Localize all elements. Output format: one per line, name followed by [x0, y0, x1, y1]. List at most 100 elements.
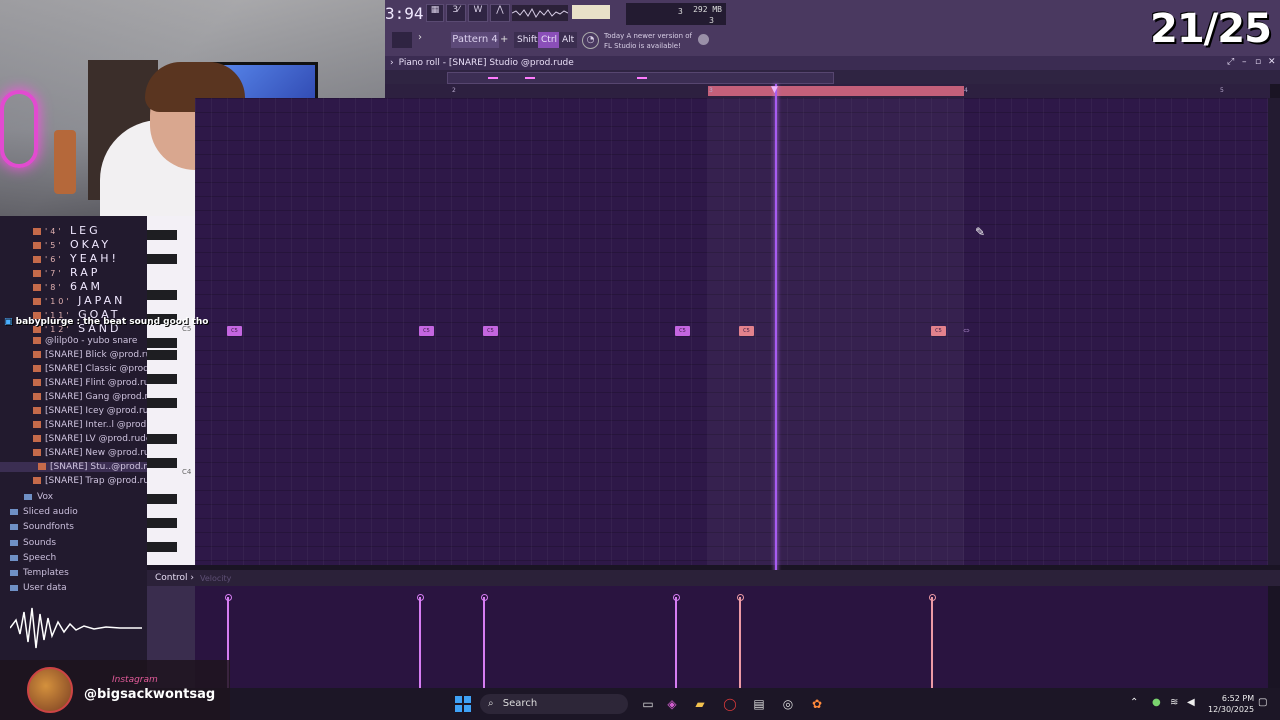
black-key[interactable]	[147, 254, 177, 264]
snap-select[interactable]	[392, 32, 412, 48]
minimize-icon[interactable]: –	[1242, 57, 1247, 67]
opera-icon[interactable]: ◯	[722, 696, 738, 712]
browser-pattern-item[interactable]: '10' JAPAN	[0, 294, 147, 307]
news-icon[interactable]: ◔	[582, 32, 599, 49]
title-arrow-icon[interactable]: ›	[390, 58, 394, 68]
velocity-handle[interactable]	[737, 594, 744, 601]
black-key[interactable]	[147, 290, 177, 300]
volume-icon[interactable]: ◀	[1187, 697, 1195, 708]
ctrl-button[interactable]: Ctrl	[538, 32, 561, 48]
task-view-icon[interactable]: ▭	[640, 696, 656, 712]
store-icon[interactable]: ▤	[751, 696, 767, 712]
midi-note[interactable]: C5	[483, 326, 498, 336]
file-explorer-icon[interactable]: ▰	[692, 696, 708, 712]
midi-note[interactable]: C5	[675, 326, 690, 336]
black-key[interactable]	[147, 350, 177, 360]
step-icon[interactable]: 3⁄	[446, 4, 466, 22]
control-selector[interactable]: Control ›	[155, 573, 194, 583]
copilot-icon[interactable]: ◈	[664, 696, 680, 712]
folder-icon	[24, 493, 32, 500]
velocity-bar[interactable]	[675, 597, 677, 688]
file-icon	[33, 435, 41, 442]
taskbar-clock[interactable]: 6:52 PM 12/30/2025	[1208, 693, 1254, 715]
velocity-bar[interactable]	[739, 597, 741, 688]
browser-pattern-item[interactable]: '8' 6AM	[0, 280, 147, 293]
black-key[interactable]	[147, 518, 177, 528]
news-panel[interactable]: Today A newer version of FL Studio is av…	[604, 31, 692, 51]
browser-file-item[interactable]: [SNARE] Gang @prod.rude	[0, 392, 165, 402]
notifications-icon[interactable]: ▢	[1258, 697, 1267, 708]
velocity-bar[interactable]	[419, 597, 421, 688]
tray-chevron-icon[interactable]: ⌃	[1130, 697, 1138, 708]
play-icon[interactable]: ›	[418, 32, 422, 43]
piano-icon[interactable]: ▦	[426, 4, 444, 22]
maximize-icon[interactable]: ▫	[1255, 57, 1261, 67]
playhead-marker-icon[interactable]: ▼	[771, 85, 781, 95]
browser-file-item[interactable]: [SNARE] Classic @prod.rude	[0, 364, 172, 374]
midi-note[interactable]: C5	[931, 326, 946, 336]
midi-note[interactable]: C5	[227, 326, 242, 336]
midi-note[interactable]: C5	[739, 326, 754, 336]
piano-keyboard[interactable]	[147, 216, 195, 565]
browser-pattern-item[interactable]: '6' YEAH!	[0, 252, 147, 265]
black-key[interactable]	[147, 230, 177, 240]
browser-file-item[interactable]: [SNARE] Stu..@prod.rude	[0, 462, 164, 472]
black-key[interactable]	[147, 458, 177, 468]
browser-file-item[interactable]: [SNARE] LV @prod.rude	[0, 434, 151, 444]
loop-region[interactable]	[708, 86, 964, 96]
add-pattern-button[interactable]: +	[500, 34, 508, 45]
browser-folder[interactable]: Speech	[10, 553, 56, 563]
black-key[interactable]	[147, 398, 177, 408]
metronome-icon[interactable]: W	[468, 4, 488, 22]
browser-pattern-item[interactable]: '5' OKAY	[0, 238, 147, 251]
alt-button[interactable]: Alt	[559, 32, 578, 48]
file-icon	[33, 407, 41, 414]
mic-icon[interactable]: ●	[1152, 697, 1161, 708]
browser-file-item[interactable]: [SNARE] Trap @prod.rude	[0, 476, 160, 486]
close-icon[interactable]: ✕	[1268, 57, 1276, 67]
piano-roll-overview[interactable]	[385, 70, 1280, 84]
fl-studio-icon[interactable]: ✿	[809, 696, 825, 712]
browser-file-item[interactable]: [SNARE] Inter..l @prod.rude	[0, 420, 170, 430]
chrome-icon[interactable]: ◎	[780, 696, 796, 712]
shift-button[interactable]: Shift	[514, 32, 541, 48]
wifi-icon[interactable]: ≋	[1170, 697, 1178, 708]
browser-folder[interactable]: Vox	[24, 492, 53, 502]
midi-note[interactable]: C5	[419, 326, 434, 336]
browser-file-item[interactable]: [SNARE] Blick @prod.rude	[0, 350, 163, 360]
browser-folder[interactable]: Sliced audio	[10, 507, 78, 517]
velocity-handle[interactable]	[481, 594, 488, 601]
pattern-selector[interactable]: Pattern 4	[451, 32, 499, 48]
browser-file-item[interactable]: @lilp0o - yubo snare	[0, 336, 147, 346]
black-key[interactable]	[147, 542, 177, 552]
ruler-label: 2	[452, 87, 456, 94]
black-key[interactable]	[147, 374, 177, 384]
browser-folder[interactable]: User data	[10, 583, 67, 593]
detach-icon[interactable]: ⤢	[1227, 57, 1234, 67]
velocity-lane[interactable]	[195, 586, 1268, 688]
browser-file-item[interactable]: [SNARE] Icey @prod.rude	[0, 406, 160, 416]
master-volume[interactable]	[572, 5, 610, 19]
black-key[interactable]	[147, 434, 177, 444]
velocity-handle[interactable]	[929, 594, 936, 601]
velocity-handle[interactable]	[673, 594, 680, 601]
account-icon[interactable]	[698, 34, 709, 45]
browser-file-item[interactable]: [SNARE] New @prod.rude	[0, 448, 161, 458]
resize-handle-icon[interactable]: ⇔	[963, 326, 970, 335]
velocity-handle[interactable]	[417, 594, 424, 601]
browser-file-item[interactable]: [SNARE] Flint @prod.rude	[0, 378, 161, 388]
velocity-bar[interactable]	[483, 597, 485, 688]
windows-start-icon[interactable]	[455, 696, 471, 712]
browser-folder[interactable]: Sounds	[10, 538, 56, 548]
browser-folder[interactable]: Soundfonts	[10, 522, 74, 532]
browser-pattern-item[interactable]: '7' RAP	[0, 266, 147, 279]
velocity-bar[interactable]	[931, 597, 933, 688]
browser-pattern-item[interactable]: '4' LEG	[0, 224, 147, 237]
tempo-icon[interactable]: ⋀	[490, 4, 510, 22]
black-key[interactable]	[147, 338, 177, 348]
black-key[interactable]	[147, 494, 177, 504]
taskbar-search[interactable]: ⌕ Search	[480, 694, 628, 714]
vertical-scrollbar[interactable]	[1268, 98, 1280, 565]
browser-folder[interactable]: Templates	[10, 568, 69, 578]
velocity-handle[interactable]	[225, 594, 232, 601]
